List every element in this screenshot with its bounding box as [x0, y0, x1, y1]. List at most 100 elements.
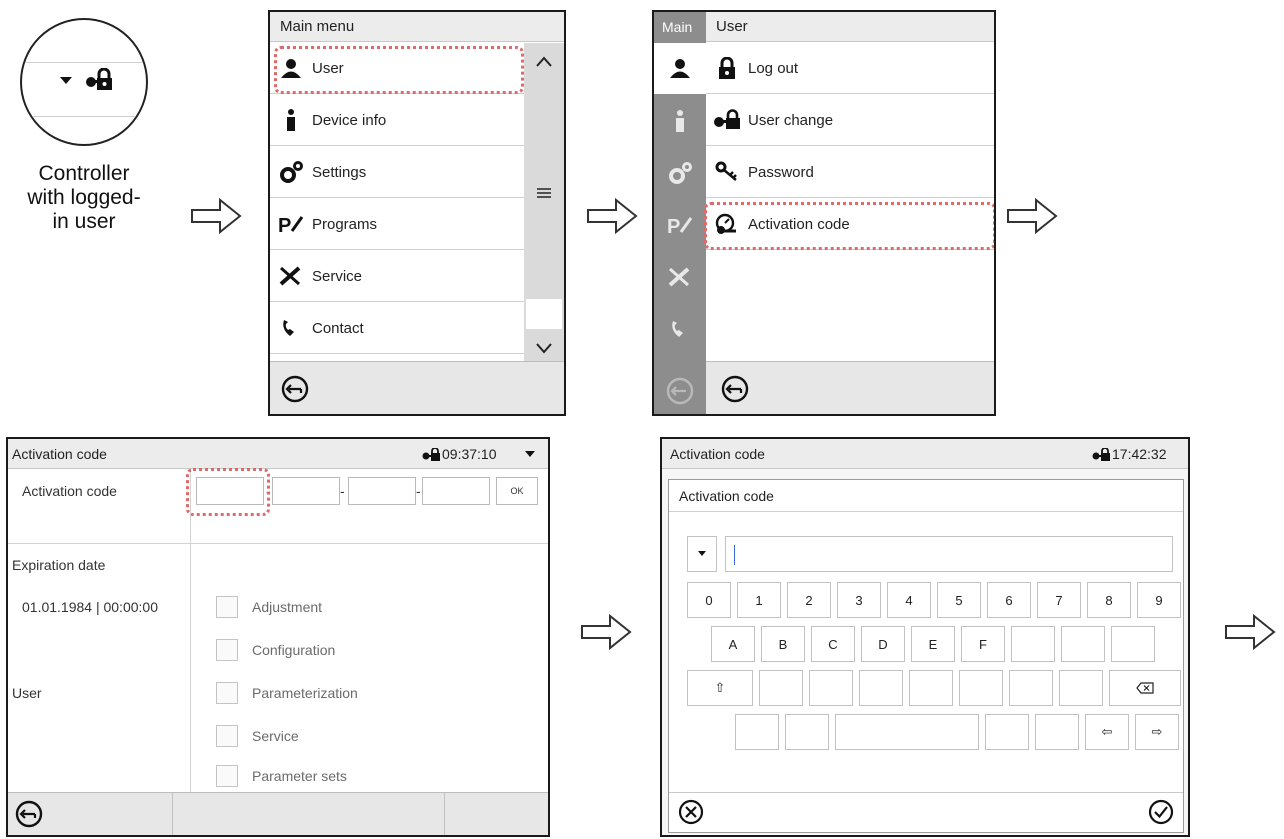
menu-item-service[interactable]: Service [270, 251, 524, 302]
key-blank[interactable] [985, 714, 1029, 750]
key-blank[interactable] [1111, 626, 1155, 662]
scroll-down-icon[interactable] [534, 341, 554, 355]
space-key[interactable] [835, 714, 979, 750]
code-field-4[interactable] [422, 477, 490, 505]
key-blank[interactable] [759, 670, 803, 706]
key-blank[interactable] [785, 714, 829, 750]
caption-line: in user [52, 210, 116, 233]
key-9[interactable]: 9 [1137, 582, 1181, 618]
menu-item-device-info[interactable]: Device info [270, 95, 524, 146]
divider [444, 793, 445, 835]
key-8[interactable]: 8 [1087, 582, 1131, 618]
user-key-icon [86, 68, 112, 90]
expiration-label: Expiration date [12, 557, 106, 573]
key-blank[interactable] [1059, 670, 1103, 706]
lock-icon [706, 57, 748, 79]
backspace-key[interactable] [1109, 670, 1181, 706]
menu-item-user-change[interactable]: User change [706, 95, 994, 146]
key-e[interactable]: E [911, 626, 955, 662]
menu-item-programs[interactable]: P Programs [270, 199, 524, 250]
gears-icon[interactable] [668, 162, 692, 184]
menu-item-label: Device info [312, 111, 387, 129]
dropdown-arrow-icon[interactable] [524, 449, 536, 459]
menu-item-label: Contact [312, 319, 364, 337]
screen-header: User [706, 12, 994, 42]
programs-icon[interactable]: P [667, 214, 693, 236]
tools-icon[interactable] [667, 266, 693, 288]
ok-button[interactable]: OK [496, 477, 538, 505]
key-blank[interactable] [1035, 714, 1079, 750]
confirm-icon[interactable] [1147, 798, 1175, 826]
scrollbar[interactable] [524, 43, 564, 365]
menu-item-log-out[interactable]: Log out [706, 43, 994, 94]
key-c[interactable]: C [811, 626, 855, 662]
main-menu-screen: Main menu User Device info Settings P Pr… [268, 10, 566, 416]
rail-item-user[interactable] [654, 43, 706, 94]
key-7[interactable]: 7 [1037, 582, 1081, 618]
checkbox-configuration[interactable] [216, 639, 238, 661]
info-icon[interactable] [673, 110, 687, 132]
key-blank[interactable] [1061, 626, 1105, 662]
key-blank[interactable] [859, 670, 903, 706]
user-icon [670, 59, 690, 78]
back-icon[interactable] [14, 799, 44, 829]
checkbox-service[interactable] [216, 725, 238, 747]
highlight-frame [274, 46, 524, 94]
scroll-thumb[interactable] [526, 299, 562, 329]
checkbox-parameter-sets[interactable] [216, 765, 238, 787]
key-3[interactable]: 3 [837, 582, 881, 618]
main-menu-rail: Main P [654, 12, 706, 414]
phone-icon[interactable] [669, 318, 691, 340]
key-2[interactable]: 2 [787, 582, 831, 618]
menu-item-password[interactable]: Password [706, 147, 994, 198]
key-6[interactable]: 6 [987, 582, 1031, 618]
key-1[interactable]: 1 [737, 582, 781, 618]
key-b[interactable]: B [761, 626, 805, 662]
menu-item-label: Programs [312, 215, 378, 233]
key-blank[interactable] [959, 670, 1003, 706]
divider [22, 62, 146, 63]
controller-caption: Controller with logged- in user [20, 162, 148, 234]
scroll-handle-icon[interactable] [536, 187, 552, 199]
menu-item-settings[interactable]: Settings [270, 147, 524, 198]
key-blank[interactable] [735, 714, 779, 750]
key-0[interactable]: 0 [687, 582, 731, 618]
clock: 09:37:10 [442, 446, 497, 462]
key-f[interactable]: F [961, 626, 1005, 662]
key-blank[interactable] [809, 670, 853, 706]
key-a[interactable]: A [711, 626, 755, 662]
key-blank[interactable] [909, 670, 953, 706]
key-5[interactable]: 5 [937, 582, 981, 618]
dropdown-arrow-icon[interactable] [58, 74, 74, 86]
activation-code-screen: Activation code 09:37:10 Activation code… [6, 437, 550, 837]
programs-icon: P [270, 213, 312, 235]
cursor-right-key[interactable]: ⇨ [1135, 714, 1179, 750]
clock: 17:42:32 [1112, 446, 1167, 462]
key-blank[interactable] [1009, 670, 1053, 706]
code-field-2[interactable] [272, 477, 340, 505]
field-label: Activation code [22, 483, 117, 499]
key-4[interactable]: 4 [887, 582, 931, 618]
cursor-left-key[interactable]: ⇦ [1085, 714, 1129, 750]
arrow-left-icon: ⇦ [1101, 724, 1113, 739]
menu-item-label: Password [748, 163, 814, 181]
scroll-up-icon[interactable] [534, 55, 554, 69]
checkbox-parameterization[interactable] [216, 682, 238, 704]
key-blank[interactable] [1011, 626, 1055, 662]
code-field-3[interactable] [348, 477, 416, 505]
text-cursor [734, 545, 735, 565]
rail-label: Main [662, 19, 693, 35]
menu-item-contact[interactable]: Contact [270, 303, 524, 354]
input-mode-dropdown[interactable] [687, 536, 717, 572]
key-d[interactable]: D [861, 626, 905, 662]
user-key-icon [1092, 448, 1110, 461]
code-input[interactable] [725, 536, 1173, 572]
divider [669, 792, 1183, 793]
checkbox-adjustment[interactable] [216, 596, 238, 618]
user-key-icon [706, 109, 748, 131]
back-icon[interactable] [720, 374, 750, 404]
back-icon[interactable] [280, 374, 310, 404]
cancel-icon[interactable] [677, 798, 705, 826]
shift-key[interactable]: ⇧ [687, 670, 753, 706]
gears-icon [270, 161, 312, 183]
